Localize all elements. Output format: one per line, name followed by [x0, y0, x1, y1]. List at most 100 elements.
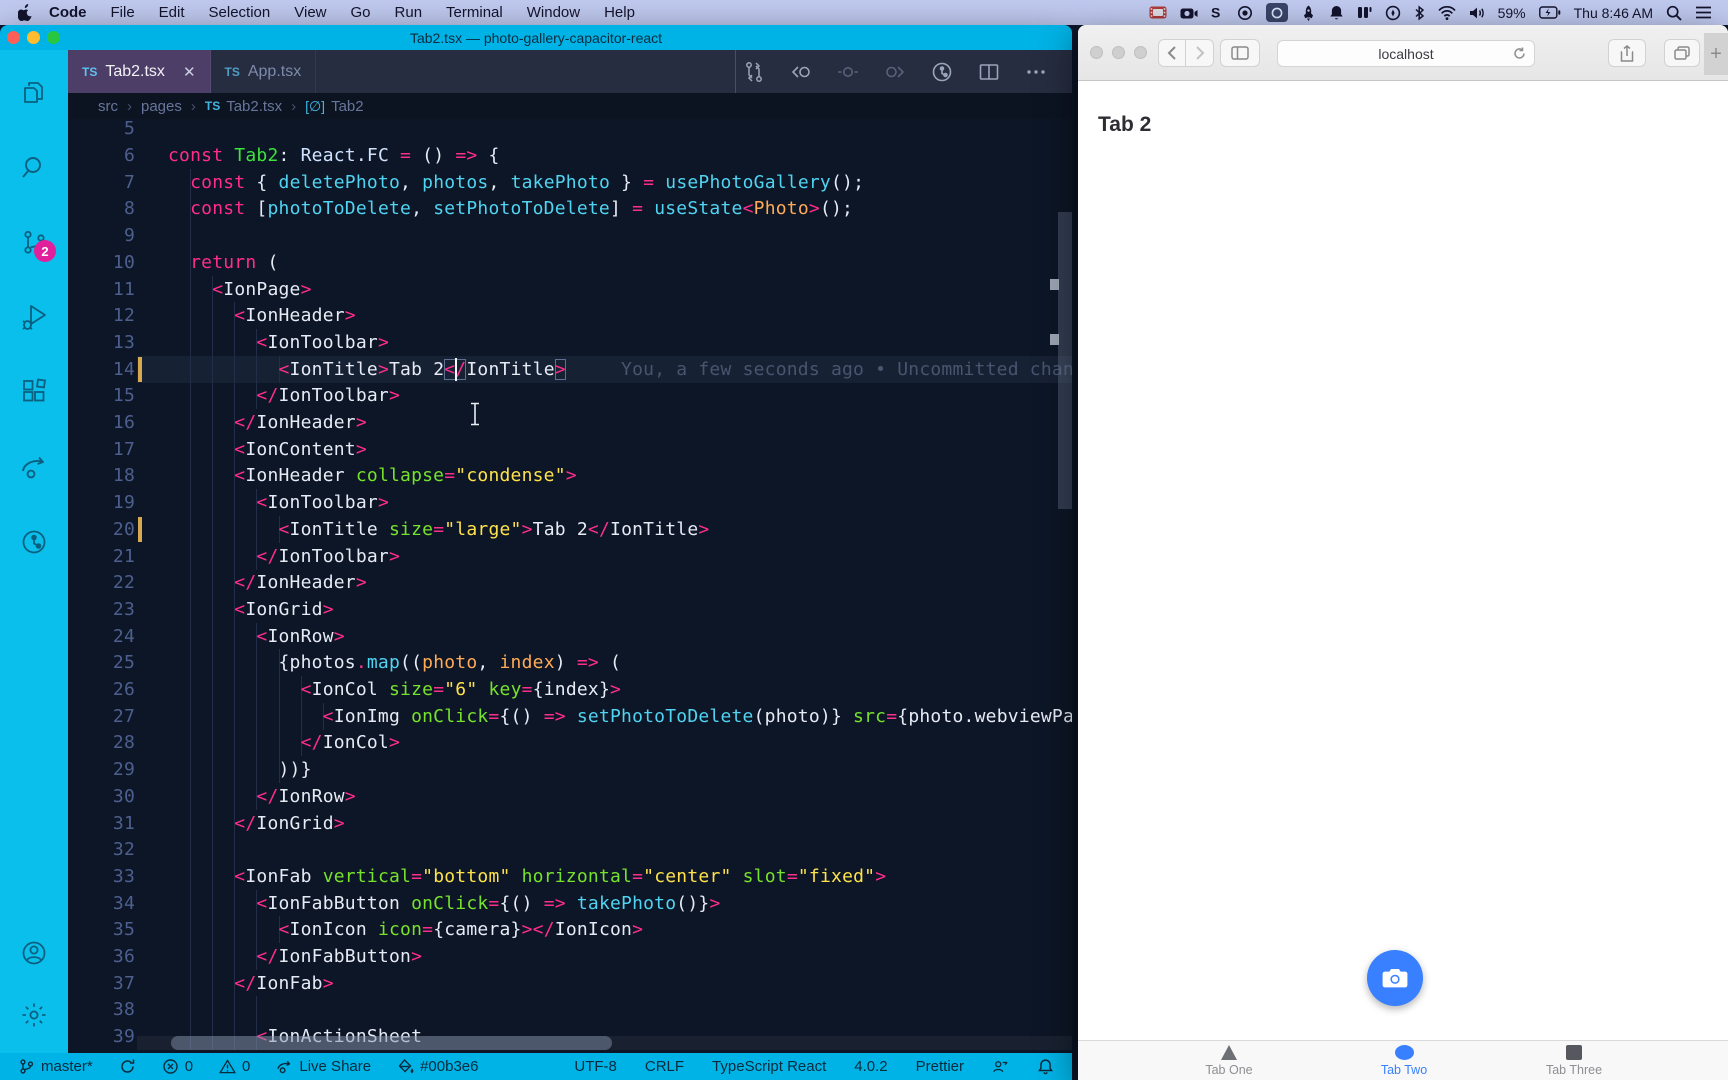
line-number[interactable]: 30 — [68, 783, 135, 810]
code-text[interactable]: <IonHeader collapse="condense"> — [168, 462, 577, 489]
breadcrumb-item-tab2-tsx[interactable]: TS Tab2.tsx — [205, 98, 282, 115]
line-number[interactable]: 27 — [68, 703, 135, 730]
code-text[interactable]: <IonHeader> — [168, 302, 356, 329]
sync-status[interactable] — [119, 1058, 136, 1075]
code-text[interactable]: </IonRow> — [168, 783, 356, 810]
close-traffic-light[interactable] — [7, 31, 20, 44]
code-text[interactable]: const [photoToDelete, setPhotoToDelete] … — [168, 195, 853, 222]
minimize-traffic-light[interactable] — [27, 31, 40, 44]
line-number[interactable]: 22 — [68, 569, 135, 596]
formatter[interactable]: Prettier — [916, 1058, 964, 1075]
code-line[interactable]: 9 — [68, 222, 1072, 250]
activity-search-icon[interactable] — [10, 143, 58, 191]
code-line[interactable]: 10 return ( — [68, 248, 1072, 276]
code-text[interactable]: const Tab2: React.FC = () => { — [168, 142, 500, 169]
activity-debug-icon[interactable] — [10, 293, 58, 341]
code-line[interactable]: 16 </IonHeader> — [68, 409, 1072, 436]
bluetooth-icon[interactable] — [1414, 4, 1425, 21]
menu-bar-clock[interactable]: Thu 8:46 AM — [1574, 5, 1653, 21]
breadcrumb-item-src[interactable]: src — [98, 98, 118, 115]
line-number[interactable]: 11 — [68, 276, 135, 303]
back-button[interactable] — [1158, 39, 1186, 67]
code-line[interactable]: 19 <IonToolbar> — [68, 489, 1072, 517]
code-text[interactable]: <IonToolbar> — [168, 489, 389, 516]
menu-list-icon[interactable] — [1695, 6, 1712, 19]
code-text[interactable]: <IonContent> — [168, 436, 367, 463]
code-line[interactable]: 26 <IonCol size="6" key={index}> — [68, 676, 1072, 703]
code-text[interactable]: </IonToolbar> — [168, 382, 400, 409]
line-number[interactable]: 39 — [68, 1023, 135, 1050]
line-number[interactable]: 32 — [68, 836, 135, 863]
code-line[interactable]: 33 <IonFab vertical="bottom" horizontal=… — [68, 862, 1072, 890]
line-number[interactable]: 17 — [68, 436, 135, 463]
line-number[interactable]: 37 — [68, 970, 135, 997]
menu-item-go[interactable]: Go — [351, 4, 371, 21]
reload-icon[interactable] — [1513, 47, 1526, 60]
code-text[interactable]: <IonGrid> — [168, 596, 334, 623]
ts-version[interactable]: 4.0.2 — [854, 1058, 887, 1075]
tab-overview-icon[interactable] — [1664, 39, 1700, 67]
record-icon[interactable] — [1237, 5, 1253, 21]
line-number[interactable]: 28 — [68, 729, 135, 756]
code-line[interactable]: 25 {photos.map((photo, index) => ( — [68, 649, 1072, 677]
code-text[interactable]: <IonIcon icon={camera}></IonIcon> — [168, 916, 643, 943]
wifi-icon[interactable] — [1437, 5, 1456, 20]
code-line[interactable]: 27 <IonImg onClick={() => setPhotoToDele… — [68, 702, 1072, 730]
code-text[interactable]: const { deletePhoto, photos, takePhoto }… — [168, 169, 864, 196]
s-app-icon[interactable]: S — [1211, 5, 1224, 20]
menu-item-edit[interactable]: Edit — [159, 4, 185, 21]
breadcrumb-item-tab2[interactable]: [∅] Tab2 — [305, 98, 364, 115]
menu-item-help[interactable]: Help — [604, 4, 635, 21]
feedback[interactable] — [992, 1058, 1009, 1075]
code-line[interactable]: 34 <IonFabButton onClick={() => takePhot… — [68, 889, 1072, 917]
split-editor-icon[interactable] — [975, 60, 1003, 84]
line-number[interactable]: 12 — [68, 302, 135, 329]
activity-settings-icon[interactable] — [10, 991, 58, 1039]
menu-item-file[interactable]: File — [111, 4, 135, 21]
zoom-traffic-light[interactable] — [47, 31, 60, 44]
encoding[interactable]: UTF-8 — [574, 1058, 617, 1075]
warnings-count[interactable]: 0 — [219, 1058, 250, 1075]
git-branch-status[interactable]: master* — [18, 1058, 93, 1075]
line-number[interactable]: 19 — [68, 489, 135, 516]
share-icon[interactable] — [1608, 39, 1646, 67]
line-number[interactable]: 38 — [68, 996, 135, 1023]
peacock-color[interactable]: #00b3e6 — [397, 1058, 479, 1075]
line-number[interactable]: 13 — [68, 329, 135, 356]
line-number[interactable]: 26 — [68, 676, 135, 703]
line-number[interactable]: 34 — [68, 890, 135, 917]
code-text[interactable]: </IonHeader> — [168, 569, 367, 596]
code-text[interactable]: <IonFab vertical="bottom" horizontal="ce… — [168, 863, 886, 890]
rocket-icon[interactable] — [1301, 5, 1316, 21]
line-number[interactable]: 8 — [68, 195, 135, 222]
code-line[interactable]: 5 — [68, 119, 1072, 142]
eol[interactable]: CRLF — [645, 1058, 684, 1075]
sidebar-icon[interactable] — [1220, 39, 1260, 67]
line-number[interactable]: 23 — [68, 596, 135, 623]
menu-item-selection[interactable]: Selection — [209, 4, 271, 21]
code-line[interactable]: 30 </IonRow> — [68, 782, 1072, 810]
apple-menu-icon[interactable] — [18, 4, 33, 21]
spotlight-icon[interactable] — [1666, 5, 1682, 21]
horizontal-scrollbar[interactable] — [171, 1036, 612, 1050]
more-icon[interactable] — [1022, 60, 1050, 84]
bell-app-icon[interactable] — [1329, 5, 1344, 21]
code-text[interactable]: </IonGrid> — [168, 810, 345, 837]
code-text[interactable]: <IonTitle size="large">Tab 2</IonTitle> — [168, 516, 709, 543]
code-line[interactable]: 32 — [68, 836, 1072, 864]
menu-item-view[interactable]: View — [294, 4, 326, 21]
next-change-icon[interactable] — [881, 60, 909, 84]
gutter-icon[interactable] — [834, 60, 862, 84]
line-number[interactable]: 33 — [68, 863, 135, 890]
notifications[interactable] — [1037, 1058, 1054, 1075]
code-text[interactable]: </IonCol> — [168, 729, 400, 756]
new-tab-button[interactable]: + — [1704, 33, 1728, 75]
code-line[interactable]: 35 <IonIcon icon={camera}></IonIcon> — [68, 916, 1072, 944]
volume-icon[interactable] — [1469, 6, 1485, 20]
code-line[interactable]: 29 ))} — [68, 756, 1072, 784]
camera-fab-button[interactable] — [1367, 950, 1423, 1006]
code-line[interactable]: 28 </IonCol> — [68, 729, 1072, 757]
code-line[interactable]: 37 </IonFab> — [68, 969, 1072, 997]
line-number[interactable]: 24 — [68, 623, 135, 650]
code-line[interactable]: 31 </IonGrid> — [68, 809, 1072, 837]
